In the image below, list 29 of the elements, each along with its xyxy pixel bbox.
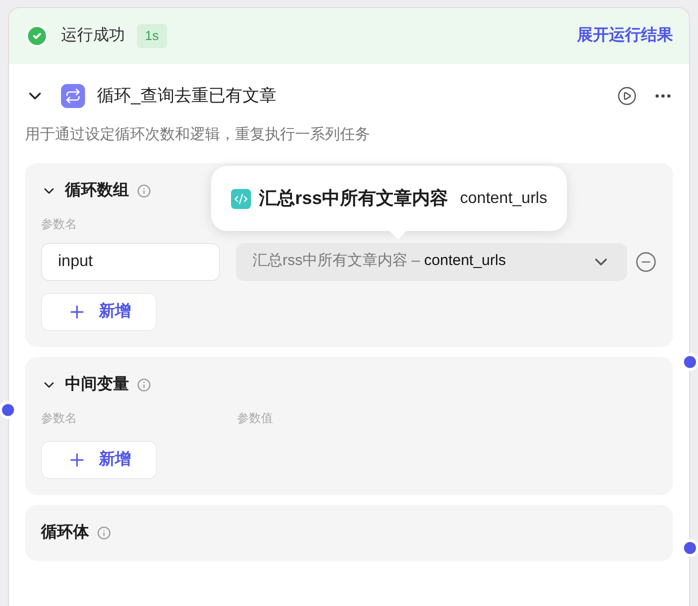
duration-badge: 1s <box>137 24 167 48</box>
node-description: 用于通过设定循环次数和逻辑，重复执行一系列任务 <box>25 125 371 145</box>
param-value-select[interactable]: 汇总rss中所有文章内容 – content_urls <box>236 242 628 280</box>
remove-icon[interactable] <box>635 250 658 272</box>
loop-icon <box>61 84 85 108</box>
connection-port[interactable] <box>681 539 698 557</box>
status-label: 运行成功 <box>61 26 125 46</box>
section-title: 循环数组 <box>65 180 129 200</box>
column-header: 参数名 <box>41 410 78 426</box>
add-button[interactable]: 新增 <box>41 440 157 478</box>
success-icon <box>25 24 49 48</box>
expand-results-link[interactable]: 展开运行结果 <box>577 24 673 48</box>
connection-port[interactable] <box>681 353 698 371</box>
info-icon <box>137 378 151 392</box>
column-header: 参数值 <box>237 410 273 426</box>
code-icon <box>231 188 251 208</box>
section-title: 中间变量 <box>65 374 129 394</box>
select-value: 汇总rss中所有文章内容 – content_urls <box>252 251 506 272</box>
column-header: 参数名 <box>41 216 78 232</box>
add-button[interactable]: 新增 <box>41 292 157 330</box>
section-title: 循环体 <box>41 522 89 542</box>
connection-port[interactable] <box>0 401 17 419</box>
play-icon[interactable] <box>617 86 637 106</box>
param-name-field[interactable]: input <box>41 242 220 280</box>
info-icon <box>97 526 111 540</box>
node-title: 循环_查询去重已有文章 <box>97 85 276 108</box>
tooltip-variable: content_urls <box>460 188 548 208</box>
tooltip-source: 汇总rss中所有文章内容 <box>259 187 448 210</box>
info-icon <box>137 184 151 198</box>
